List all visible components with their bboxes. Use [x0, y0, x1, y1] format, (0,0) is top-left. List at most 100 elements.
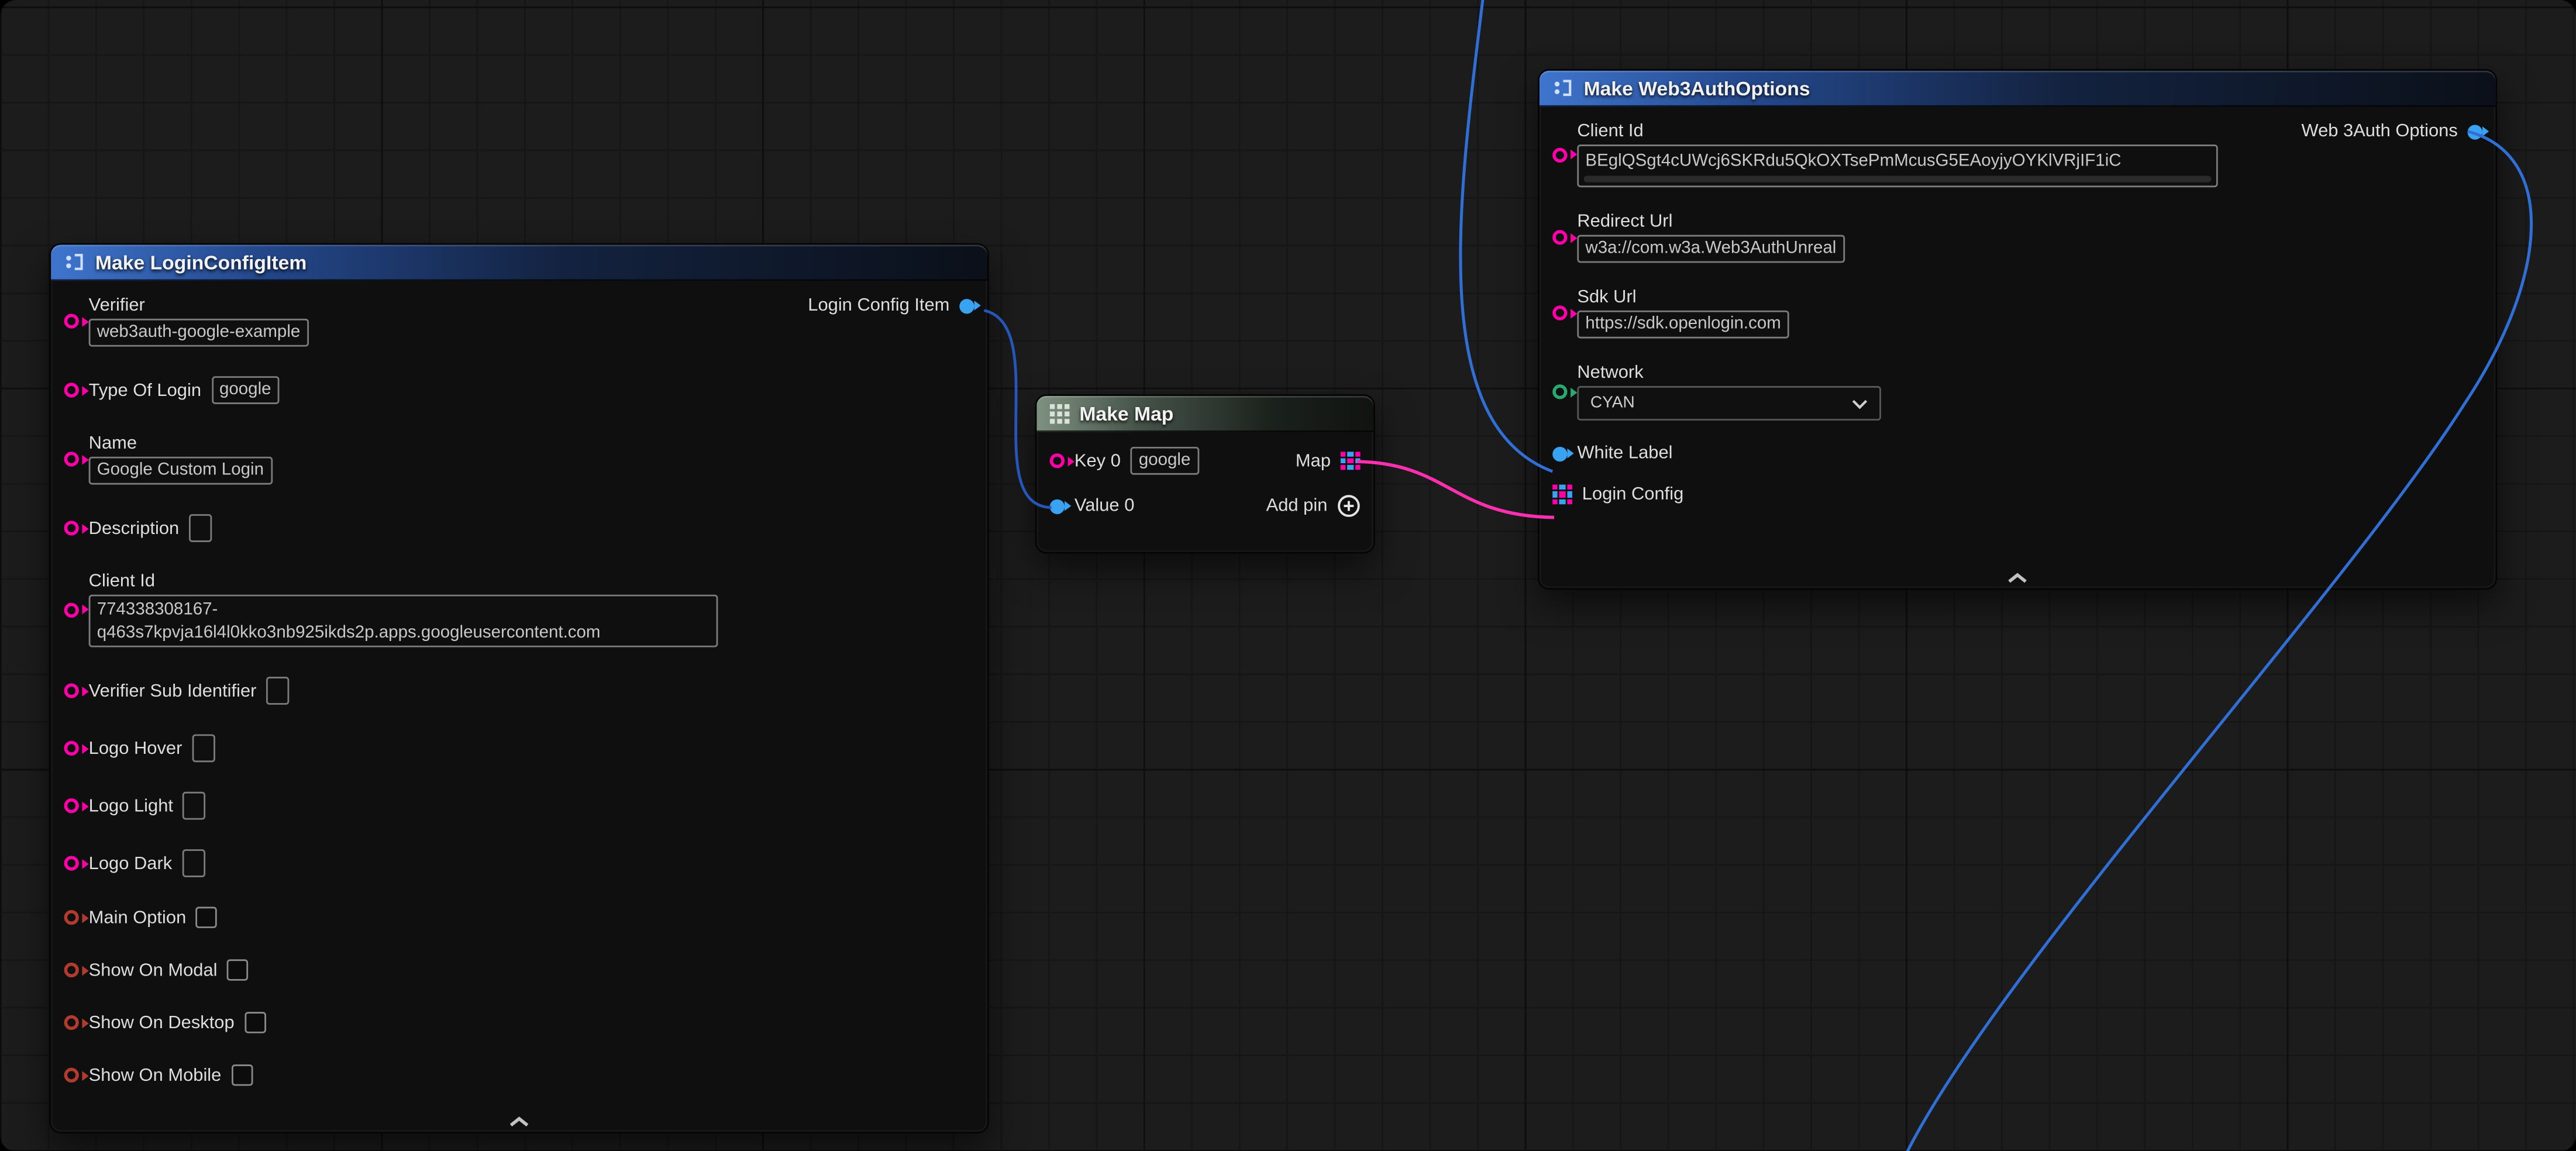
output-row-login-config-item: Login Config Item [808, 296, 974, 316]
network-pin[interactable] [1552, 384, 1567, 399]
verifier-sub-identifier-label: Verifier Sub Identifier [89, 681, 257, 701]
map-output-label: Map [1296, 451, 1331, 471]
show-on-modal-label: Show On Modal [89, 960, 218, 980]
pin-row-main-option: Main Option [64, 907, 974, 928]
value0-pin[interactable] [1050, 498, 1065, 513]
pin-row-redirect-url: Redirect Url w3a://com.w3a.Web3AuthUnrea… [1552, 212, 2482, 263]
verifier-label: Verifier [89, 296, 309, 316]
logo-hover-input[interactable] [192, 734, 215, 762]
network-dropdown-value: CYAN [1590, 394, 1635, 412]
pin-row-show-on-mobile: Show On Mobile [64, 1064, 974, 1086]
add-pin-icon[interactable] [1337, 494, 1360, 517]
logo-light-pin[interactable] [64, 798, 79, 813]
pin-row-network: Network CYAN [1552, 363, 2482, 421]
logo-hover-label: Logo Hover [89, 739, 182, 759]
type-of-login-input[interactable]: google [211, 376, 280, 404]
description-label: Description [89, 518, 180, 538]
node-make-loginconfigitem[interactable]: Make LoginConfigItem Login Config Item V… [49, 243, 989, 1133]
show-on-mobile-label: Show On Mobile [89, 1065, 222, 1085]
pin-row-logo-hover: Logo Hover [64, 734, 974, 762]
node-make-web3authoptions[interactable]: Make Web3AuthOptions Web 3Auth Options C… [1538, 69, 2497, 590]
login-config-pin[interactable] [1552, 485, 1572, 505]
main-option-checkbox[interactable] [196, 907, 218, 928]
type-of-login-label: Type Of Login [89, 380, 201, 400]
key0-pin[interactable] [1050, 453, 1065, 468]
name-pin[interactable] [64, 452, 79, 466]
pin-row-show-on-modal: Show On Modal [64, 959, 974, 981]
verifier-pin[interactable] [64, 313, 79, 328]
pin-row-white-label: White Label [1552, 443, 2482, 463]
client-id-input[interactable]: BEglQSgt4cUWcj6SKRdu5QkOXTsePmMcusG5EAoy… [1577, 144, 2217, 187]
show-on-modal-pin[interactable] [64, 963, 79, 977]
redirect-url-pin[interactable] [1552, 230, 1567, 244]
map-output-pin[interactable] [1341, 451, 1361, 471]
client-id-pin[interactable] [1552, 147, 1567, 161]
logo-light-input[interactable] [183, 792, 206, 820]
pin-row-client-id: Client Id 774338308167-q463s7kpvja16l4l0… [64, 571, 974, 647]
logo-dark-input[interactable] [182, 849, 205, 877]
login-config-label: Login Config [1582, 485, 1684, 505]
key0-label: Key 0 [1075, 451, 1121, 471]
verifier-sub-identifier-input[interactable] [266, 677, 289, 705]
show-on-desktop-checkbox[interactable] [244, 1012, 266, 1033]
show-on-desktop-pin[interactable] [64, 1015, 79, 1030]
pin-row-logo-light: Logo Light [64, 792, 974, 820]
editor-window: Make LoginConfigItem Login Config Item V… [0, 0, 2576, 1151]
sdk-url-pin[interactable] [1552, 305, 1567, 320]
show-on-mobile-pin[interactable] [64, 1068, 79, 1083]
verifier-input[interactable]: web3auth-google-example [89, 319, 309, 347]
redirect-url-input[interactable]: w3a://com.w3a.Web3AuthUnreal [1577, 235, 1844, 263]
web3auth-options-output-pin[interactable] [2468, 124, 2482, 139]
node-header[interactable]: Make Web3AuthOptions [1540, 71, 2496, 107]
chevron-down-icon [1851, 398, 1868, 408]
key0-input[interactable]: google [1131, 447, 1199, 475]
white-label-pin[interactable] [1552, 446, 1567, 461]
output-pin-label: Login Config Item [808, 296, 949, 316]
show-on-modal-checkbox[interactable] [227, 959, 249, 981]
verifier-sub-identifier-pin[interactable] [64, 683, 79, 698]
show-on-mobile-checkbox[interactable] [231, 1064, 253, 1086]
make-struct-icon [1552, 77, 1574, 99]
login-config-item-output-pin[interactable] [959, 298, 974, 313]
pin-row-description: Description [64, 514, 974, 542]
value0-label: Value 0 [1075, 496, 1135, 516]
pin-row-logo-dark: Logo Dark [64, 849, 974, 877]
node-header[interactable]: Make LoginConfigItem [51, 244, 987, 281]
main-option-label: Main Option [89, 908, 187, 928]
sdk-url-input[interactable]: https://sdk.openlogin.com [1577, 311, 1789, 339]
pin-row-sdk-url: Sdk Url https://sdk.openlogin.com [1552, 288, 2482, 339]
network-dropdown[interactable]: CYAN [1577, 386, 1881, 421]
sdk-url-label: Sdk Url [1577, 288, 1789, 308]
name-input[interactable]: Google Custom Login [89, 457, 272, 485]
description-pin[interactable] [64, 521, 79, 535]
pin-row-verifier-sub-identifier: Verifier Sub Identifier [64, 677, 974, 705]
client-id-input[interactable]: 774338308167-q463s7kpvja16l4l0kko3nb925i… [89, 595, 718, 647]
main-option-pin[interactable] [64, 910, 79, 925]
pin-row-name: Name Google Custom Login [64, 433, 974, 484]
node-title: Make Map [1079, 402, 1173, 425]
type-of-login-pin[interactable] [64, 382, 79, 397]
name-label: Name [89, 433, 272, 453]
map-grid-icon [1050, 404, 1070, 423]
output-row-web3auth-options: Web 3Auth Options [2301, 122, 2482, 142]
node-title: Make Web3AuthOptions [1584, 77, 1810, 99]
wire-map-to-loginconfig[interactable] [1357, 461, 1554, 517]
show-on-desktop-label: Show On Desktop [89, 1013, 235, 1033]
logo-dark-pin[interactable] [64, 856, 79, 870]
logo-hover-pin[interactable] [64, 741, 79, 756]
blueprint-graph[interactable]: Make LoginConfigItem Login Config Item V… [0, 0, 2576, 1151]
client-id-label: Client Id [89, 571, 718, 591]
white-label-label: White Label [1577, 443, 1672, 463]
client-id-pin[interactable] [64, 602, 79, 616]
collapse-chevron-icon[interactable] [2006, 571, 2029, 584]
pin-row-show-on-desktop: Show On Desktop [64, 1012, 974, 1033]
node-make-map[interactable]: Make Map Key 0 google Map Value 0 [1035, 394, 1375, 553]
collapse-chevron-icon[interactable] [508, 1115, 531, 1128]
make-struct-icon [64, 251, 86, 273]
redirect-url-label: Redirect Url [1577, 212, 1844, 232]
network-label: Network [1577, 363, 1881, 383]
node-header[interactable]: Make Map [1036, 396, 1373, 432]
input-scrollbar[interactable] [1584, 176, 2212, 182]
description-input[interactable] [189, 514, 212, 542]
logo-light-label: Logo Light [89, 796, 173, 816]
